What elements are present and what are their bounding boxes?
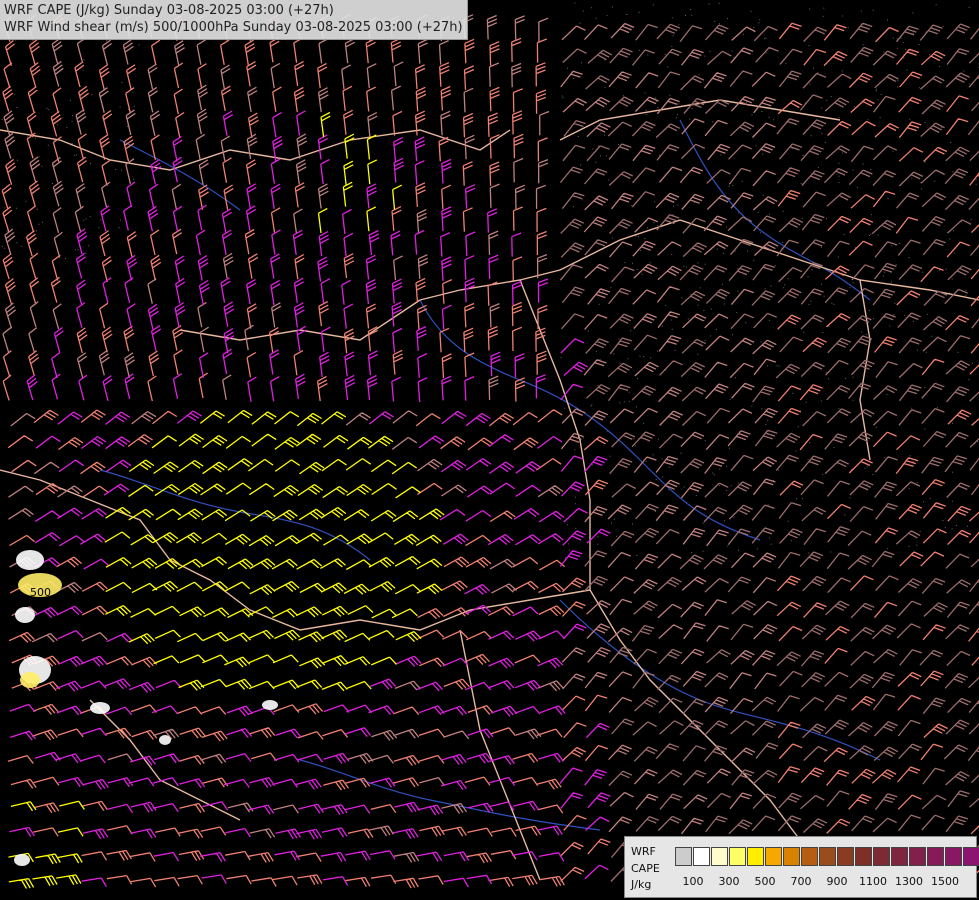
legend-tick-label: 900 — [826, 875, 848, 888]
cape-blob — [90, 702, 110, 714]
legend-swatch — [675, 847, 692, 866]
map-title: WRF CAPE (J/kg) Sunday 03-08-2025 03:00 … — [0, 0, 468, 40]
cape-blob — [20, 672, 40, 688]
legend-swatch — [963, 847, 979, 866]
legend-swatch — [765, 847, 782, 866]
cape-legend: WRF CAPE J/kg 100 300 500 700 900 1100 1300 150… — [624, 836, 979, 898]
legend-swatch — [891, 847, 908, 866]
legend-swatch — [855, 847, 872, 866]
legend-swatch — [927, 847, 944, 866]
legend-tick-label: 300 — [718, 875, 740, 888]
cape-blob — [159, 735, 171, 745]
legend-swatch — [693, 847, 710, 866]
legend-tick-label: 100 — [682, 875, 704, 888]
title-cape: WRF CAPE (J/kg) Sunday 03-08-2025 03:00 … — [4, 3, 334, 18]
legend-swatch — [783, 847, 800, 866]
legend-swatch — [711, 847, 728, 866]
legend-tick-label: 1300 — [895, 875, 923, 888]
legend-swatch — [837, 847, 854, 866]
weather-map: 500 — [0, 0, 979, 900]
title-shear: WRF Wind shear (m/s) 500/1000hPa Sunday … — [4, 20, 463, 35]
cape-contour-label: 500 — [30, 586, 51, 599]
legend-swatch — [819, 847, 836, 866]
cape-blob — [15, 607, 35, 623]
legend-swatch — [873, 847, 890, 866]
legend-tick-label: 1100 — [859, 875, 887, 888]
cape-blob — [14, 854, 30, 866]
legend-swatch — [729, 847, 746, 866]
legend-swatch — [945, 847, 962, 866]
legend-swatch — [801, 847, 818, 866]
cape-blob — [262, 700, 278, 710]
legend-tick-label: 500 — [754, 875, 776, 888]
legend-tick-label: 1500 — [931, 875, 959, 888]
legend-swatch — [747, 847, 764, 866]
cape-blob — [16, 550, 44, 570]
legend-variable: CAPE — [631, 862, 660, 875]
legend-tick-label: 700 — [790, 875, 812, 888]
legend-unit: J/kg — [631, 878, 652, 891]
legend-model: WRF — [631, 845, 656, 858]
legend-swatch — [909, 847, 926, 866]
